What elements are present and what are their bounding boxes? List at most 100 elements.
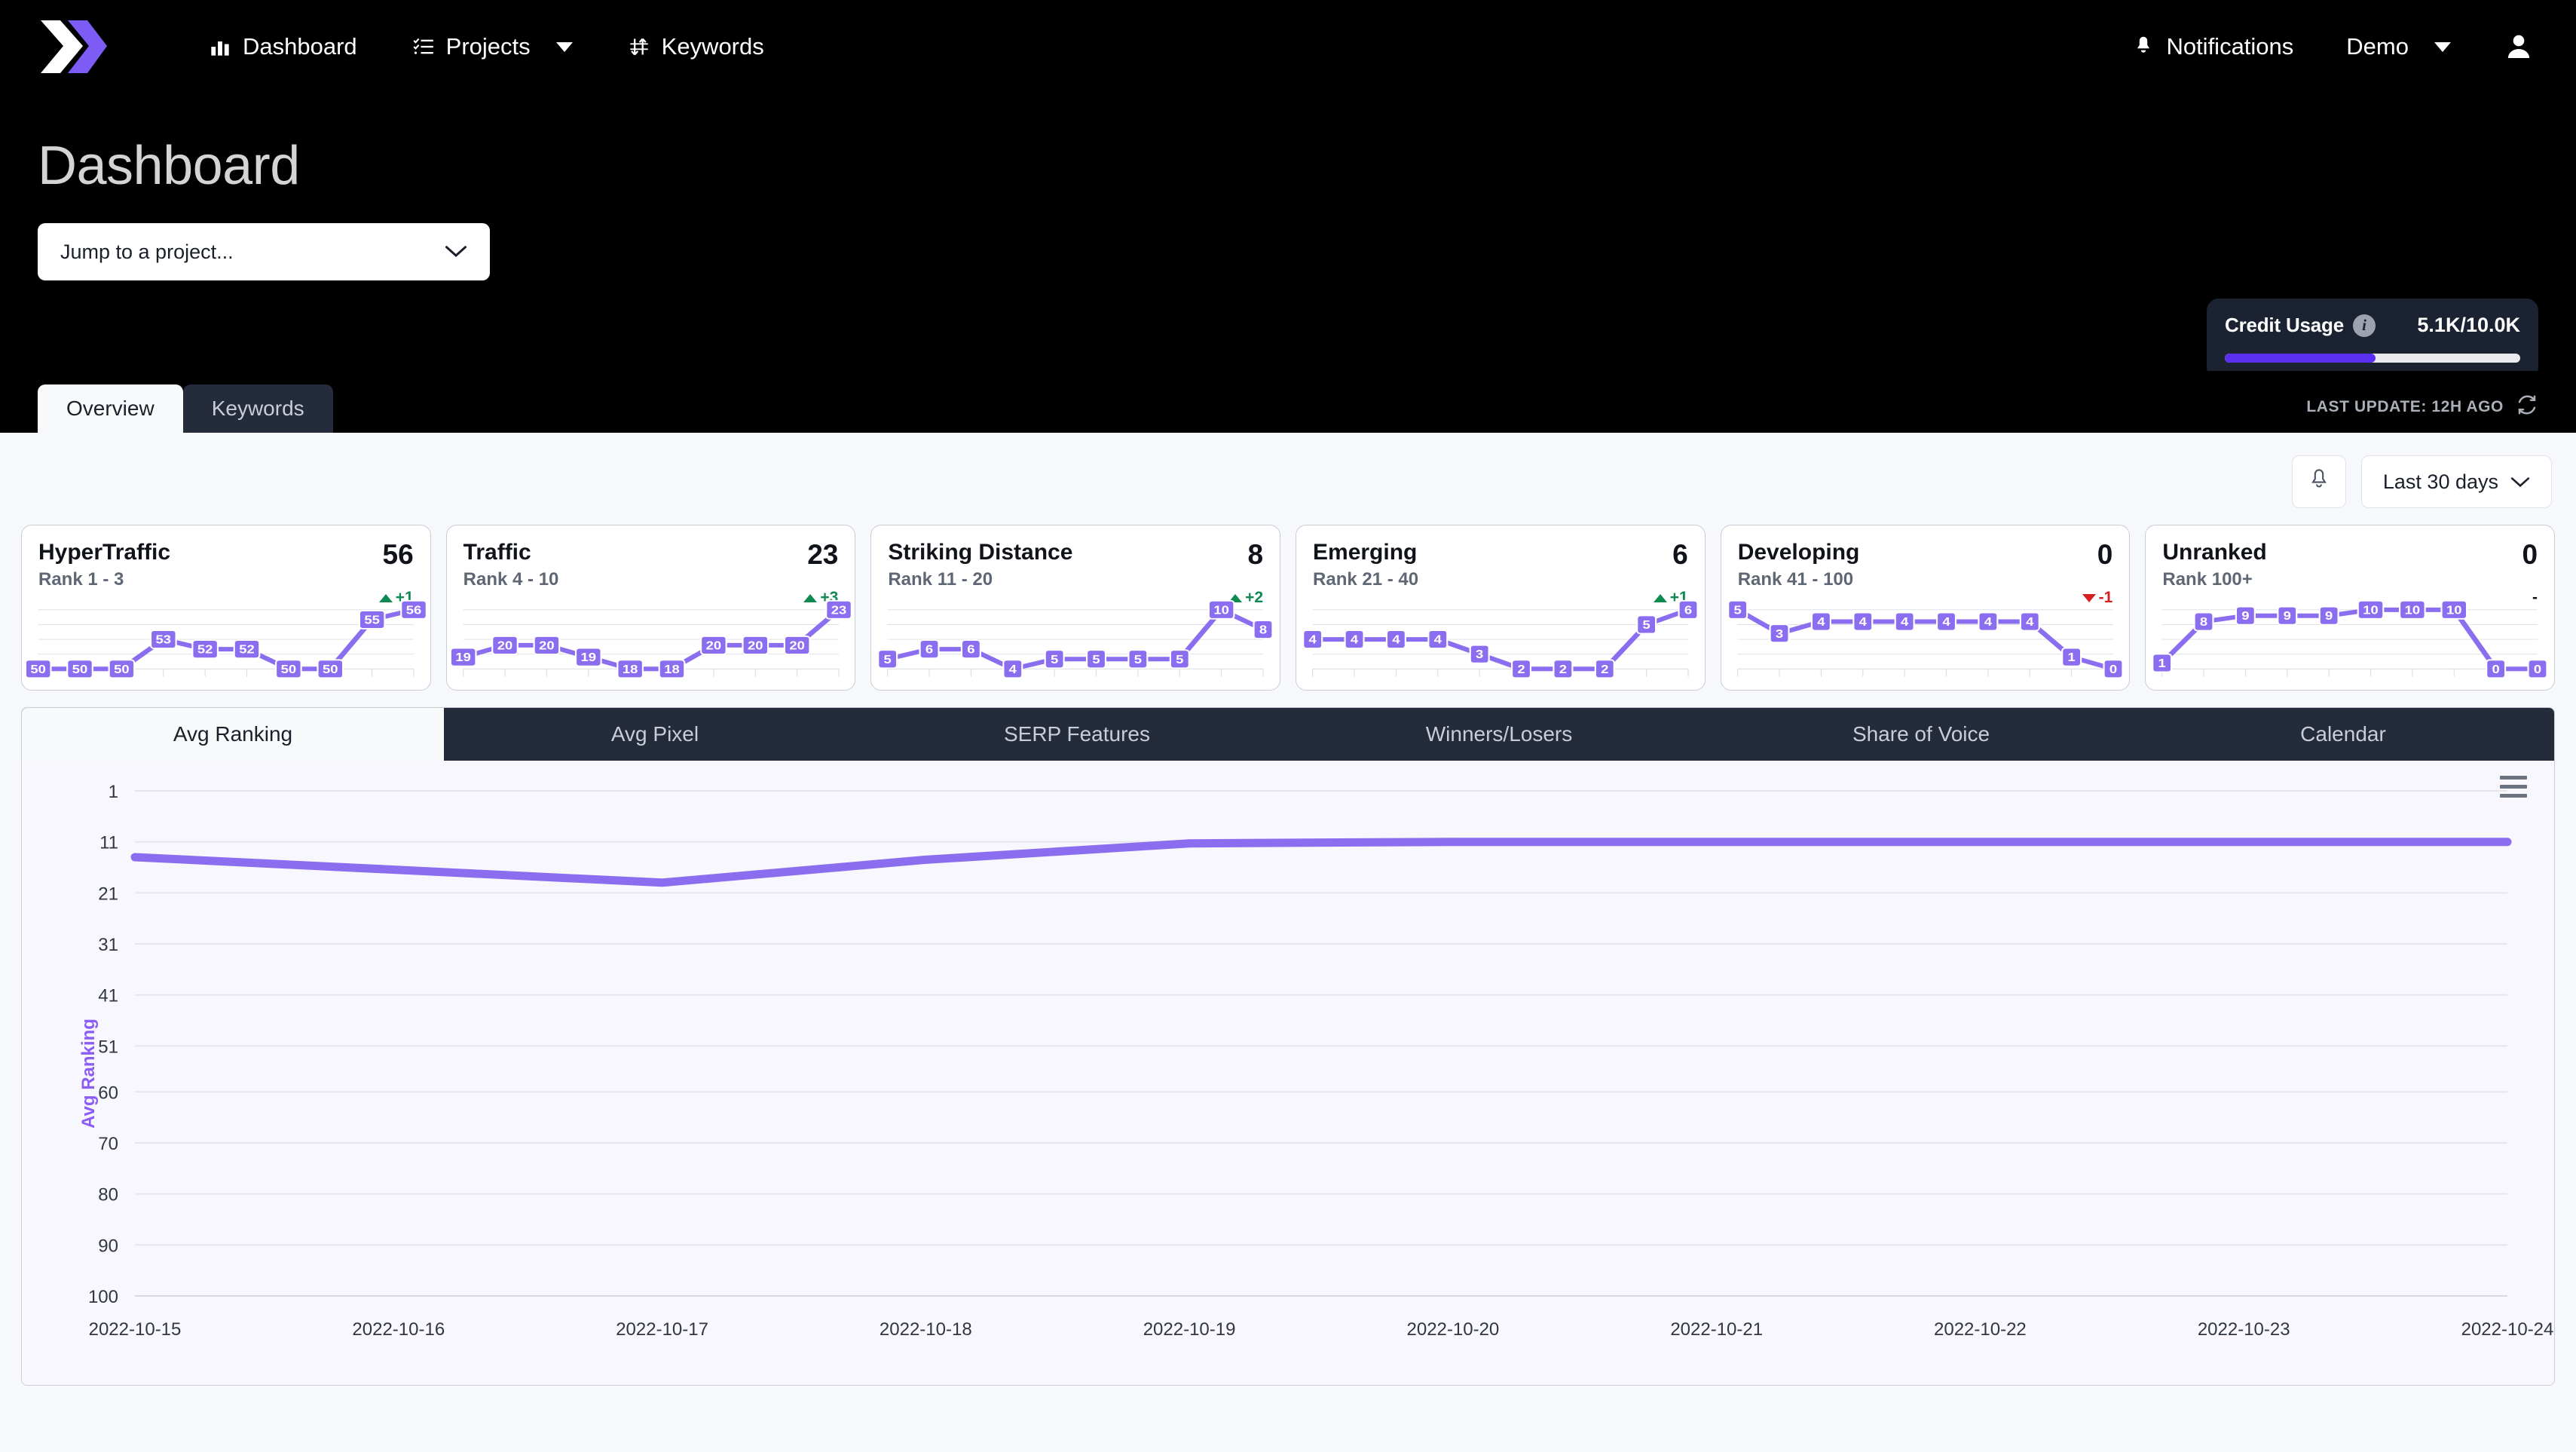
project-select-placeholder: Jump to a project... bbox=[60, 240, 234, 264]
hero-section: Dashboard Jump to a project... Credit Us… bbox=[0, 93, 2576, 371]
last-update-text: LAST UPDATE: 12H AGO bbox=[2306, 398, 2504, 416]
svg-text:90: 90 bbox=[98, 1236, 118, 1256]
nav-item-projects[interactable]: Projects bbox=[413, 33, 573, 60]
nav-item-keywords[interactable]: Keywords bbox=[629, 33, 764, 60]
nav-right-group: Notifications Demo bbox=[2133, 32, 2534, 62]
chevron-down-icon[interactable] bbox=[556, 42, 573, 52]
kpi-card-header: EmergingRank 21 - 406 bbox=[1313, 541, 1688, 590]
svg-text:50: 50 bbox=[72, 663, 87, 675]
svg-text:18: 18 bbox=[623, 663, 638, 675]
kpi-card-titles: Striking DistanceRank 11 - 20 bbox=[888, 541, 1072, 590]
credit-usage-progress-fill bbox=[2225, 354, 2376, 363]
kpi-card-header: UnrankedRank 100+0 bbox=[2162, 541, 2538, 590]
svg-text:20: 20 bbox=[705, 639, 720, 652]
svg-text:41: 41 bbox=[98, 986, 118, 1006]
svg-text:0: 0 bbox=[2109, 663, 2117, 675]
kpi-card-subtitle: Rank 1 - 3 bbox=[38, 569, 170, 590]
notifications-label: Notifications bbox=[2166, 33, 2293, 60]
kpi-sparkline: 19202019181820202023 bbox=[447, 599, 855, 690]
kpi-card-title: Traffic bbox=[463, 541, 559, 565]
kpi-card-value: 6 bbox=[1672, 541, 1688, 568]
kpi-sparkline: 50505053525250505556 bbox=[22, 599, 430, 690]
kpi-card-subtitle: Rank 21 - 40 bbox=[1313, 569, 1418, 590]
info-icon[interactable]: i bbox=[2353, 314, 2376, 337]
svg-text:100: 100 bbox=[88, 1287, 118, 1307]
svg-text:2022-10-24: 2022-10-24 bbox=[2461, 1319, 2554, 1340]
svg-text:2: 2 bbox=[1601, 663, 1608, 675]
date-range-select[interactable]: Last 30 days bbox=[2361, 455, 2552, 508]
svg-text:31: 31 bbox=[98, 935, 118, 955]
refresh-icon[interactable] bbox=[2516, 394, 2538, 421]
chart-tab-label: Calendar bbox=[2300, 722, 2386, 746]
chart-tab-share-of-voice[interactable]: Share of Voice bbox=[1710, 708, 2132, 761]
svg-text:9: 9 bbox=[2325, 609, 2333, 622]
svg-text:10: 10 bbox=[2446, 604, 2461, 617]
top-navigation-bar: Dashboard Projects bbox=[0, 0, 2576, 93]
svg-text:2: 2 bbox=[1517, 663, 1525, 675]
kpi-card-header: DevelopingRank 41 - 1000 bbox=[1738, 541, 2113, 590]
chart-tab-avg-pixel[interactable]: Avg Pixel bbox=[444, 708, 866, 761]
svg-text:4: 4 bbox=[1309, 633, 1317, 646]
sparkline-svg: 4444322256 bbox=[1296, 599, 1705, 690]
svg-text:1: 1 bbox=[2158, 657, 2167, 669]
notifications-button[interactable]: Notifications bbox=[2133, 33, 2293, 60]
credit-usage-progress bbox=[2225, 354, 2520, 363]
svg-text:2022-10-19: 2022-10-19 bbox=[1143, 1319, 1236, 1340]
kpi-card-subtitle: Rank 4 - 10 bbox=[463, 569, 559, 590]
svg-text:5: 5 bbox=[1051, 653, 1059, 666]
alerts-button[interactable] bbox=[2292, 455, 2346, 508]
svg-text:10: 10 bbox=[2405, 604, 2420, 617]
svg-text:4: 4 bbox=[1901, 615, 1909, 628]
svg-text:6: 6 bbox=[968, 643, 975, 656]
svg-text:50: 50 bbox=[323, 663, 338, 675]
chevron-down-icon bbox=[445, 240, 467, 264]
svg-text:5: 5 bbox=[884, 653, 892, 666]
kpi-card-titles: DevelopingRank 41 - 100 bbox=[1738, 541, 1860, 590]
credit-usage-header: Credit Usage i 5.1K/10.0K bbox=[2225, 314, 2520, 337]
kpi-card[interactable]: HyperTrafficRank 1 - 356+150505053525250… bbox=[21, 525, 431, 691]
svg-text:4: 4 bbox=[1859, 615, 1867, 628]
svg-text:10: 10 bbox=[2363, 604, 2379, 617]
svg-text:18: 18 bbox=[664, 663, 679, 675]
tab-overview[interactable]: Overview bbox=[38, 384, 183, 433]
chevron-down-icon[interactable] bbox=[2434, 42, 2451, 52]
svg-text:11: 11 bbox=[99, 833, 118, 853]
kpi-card[interactable]: TrafficRank 4 - 1023+3192020191818202020… bbox=[446, 525, 856, 691]
svg-text:5: 5 bbox=[1643, 618, 1651, 631]
kpi-card[interactable]: Striking DistanceRank 11 - 208+256645555… bbox=[870, 525, 1280, 691]
tab-keywords[interactable]: Keywords bbox=[183, 384, 333, 433]
last-update-status: LAST UPDATE: 12H AGO bbox=[2306, 394, 2538, 433]
svg-text:8: 8 bbox=[1259, 623, 1267, 636]
kpi-card-value: 56 bbox=[383, 541, 414, 568]
project-select[interactable]: Jump to a project... bbox=[38, 223, 490, 280]
nav-item-dashboard[interactable]: Dashboard bbox=[210, 33, 357, 60]
kpi-card-title: Developing bbox=[1738, 541, 1860, 565]
main-content: Last 30 days HyperTrafficRank 1 - 356+15… bbox=[0, 433, 2576, 1452]
kpi-card-titles: UnrankedRank 100+ bbox=[2162, 541, 2266, 590]
svg-text:4: 4 bbox=[1942, 615, 1950, 628]
kpi-card-header: TrafficRank 4 - 1023 bbox=[463, 541, 839, 590]
svg-text:0: 0 bbox=[2534, 663, 2541, 675]
chart-tab-calendar[interactable]: Calendar bbox=[2132, 708, 2554, 761]
chart-tab-serp-features[interactable]: SERP Features bbox=[866, 708, 1288, 761]
chart-area: Avg Ranking 11121314151607080901002022-1… bbox=[22, 761, 2554, 1386]
kpi-card[interactable]: EmergingRank 21 - 406+14444322256 bbox=[1296, 525, 1706, 691]
kpi-sparkline: 5344444410 bbox=[1721, 599, 2130, 690]
account-menu[interactable]: Demo bbox=[2346, 33, 2451, 60]
svg-text:5: 5 bbox=[1176, 653, 1185, 666]
kpi-card[interactable]: UnrankedRank 100+0-1899910101000 bbox=[2145, 525, 2555, 691]
brand-logo[interactable] bbox=[38, 19, 110, 75]
list-check-icon bbox=[413, 36, 434, 57]
chart-tab-label: Share of Voice bbox=[1852, 722, 1990, 746]
credit-usage-label: Credit Usage bbox=[2225, 314, 2344, 337]
svg-text:6: 6 bbox=[925, 643, 933, 656]
kpi-card[interactable]: DevelopingRank 41 - 1000-15344444410 bbox=[1721, 525, 2131, 691]
svg-text:2022-10-23: 2022-10-23 bbox=[2198, 1319, 2290, 1340]
svg-text:4: 4 bbox=[2026, 615, 2034, 628]
kpi-sparkline: 1899910101000 bbox=[2146, 599, 2554, 690]
svg-text:50: 50 bbox=[114, 663, 129, 675]
chart-tab-avg-ranking[interactable]: Avg Ranking bbox=[22, 708, 444, 761]
svg-text:4: 4 bbox=[1434, 633, 1442, 646]
chart-tab-winners-losers[interactable]: Winners/Losers bbox=[1288, 708, 1710, 761]
avatar[interactable] bbox=[2504, 32, 2534, 62]
